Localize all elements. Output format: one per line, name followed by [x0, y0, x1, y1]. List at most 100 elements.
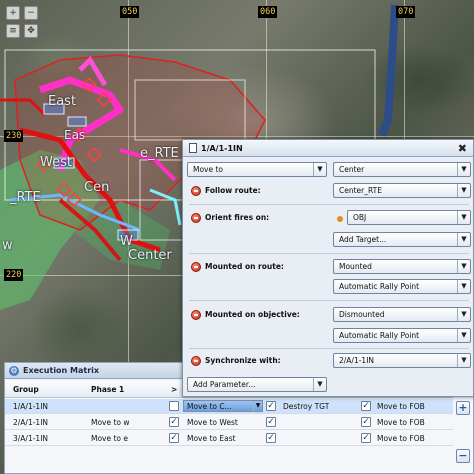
- row-task2: Destroy TGT: [283, 401, 330, 411]
- add-target-button[interactable]: Add Target... ▼: [333, 232, 471, 247]
- mounted-route-value: Mounted: [339, 262, 372, 271]
- table-row[interactable]: 1/A/1-1IN Move to C... ▼ ✓ Destroy TGT ✓…: [5, 399, 453, 414]
- task-checkbox-cell: ✓: [169, 431, 179, 445]
- chevron-down-icon: ▼: [253, 401, 262, 411]
- mounted-route-select[interactable]: Mounted ▼: [333, 259, 471, 274]
- task-editor-dialog: 1/A/1-1IN ✖ Move to ▼ Center ▼ Follow ro…: [182, 139, 474, 397]
- chevron-down-icon: ▼: [313, 378, 326, 391]
- mounted-objective-value: Dismounted: [339, 310, 385, 319]
- task-checkbox[interactable]: ✓: [169, 417, 179, 427]
- remove-parameter-icon[interactable]: [191, 213, 201, 223]
- dialog-header: 1/A/1-1IN ✖: [183, 140, 473, 157]
- map-label-e-rte: e_RTE: [140, 146, 179, 161]
- task-checkbox[interactable]: ✓: [169, 433, 179, 443]
- map-label-west: West: [40, 155, 72, 170]
- task-checkbox-cell: ✓: [361, 431, 371, 445]
- task-checkbox[interactable]: ✓: [361, 417, 371, 427]
- zoom-in-icon[interactable]: +: [6, 6, 20, 20]
- table-row[interactable]: 2/A/1-1IN Move to w ✓ Move to West ✓ ✓ M…: [5, 415, 453, 430]
- table-row[interactable]: 3/A/1-1IN Move to e ✓ Move to East ✓ ✓ M…: [5, 431, 453, 446]
- task-checkbox[interactable]: ✓: [361, 433, 371, 443]
- zoom-out-icon[interactable]: −: [24, 6, 38, 20]
- action-target-value: Center: [339, 165, 365, 174]
- chevron-down-icon: ▼: [457, 329, 470, 342]
- river: [378, 4, 399, 137]
- remove-parameter-icon[interactable]: [191, 186, 201, 196]
- row-phase1: Move to e: [91, 433, 129, 443]
- grid-label-220: 220: [4, 269, 24, 281]
- chevron-down-icon: ▼: [457, 260, 470, 273]
- grid-label-070: 070: [396, 6, 416, 18]
- row-phase1: Move to w: [91, 417, 130, 427]
- row-task3: Move to FOB: [377, 401, 425, 411]
- separator: [189, 348, 469, 349]
- remove-parameter-icon[interactable]: [191, 356, 201, 366]
- remove-parameter-icon[interactable]: [191, 310, 201, 320]
- action-target-select[interactable]: Center ▼: [333, 162, 471, 177]
- row-task1: Move to East: [187, 433, 236, 443]
- close-icon[interactable]: ✖: [458, 142, 467, 155]
- chevron-down-icon: ▼: [457, 308, 470, 321]
- synchronize-value: 2/A/1-1IN: [339, 356, 375, 365]
- task-checkbox[interactable]: ✓: [361, 401, 371, 411]
- task-checkbox[interactable]: ✓: [266, 433, 276, 443]
- layers-icon[interactable]: ≡: [6, 24, 20, 38]
- column-header-group[interactable]: Group: [13, 381, 39, 397]
- gear-icon: ⚙: [9, 365, 19, 376]
- mounted-objective-select[interactable]: Dismounted ▼: [333, 307, 471, 322]
- action-select[interactable]: Move to ▼: [187, 162, 327, 177]
- map-label-east: East: [48, 94, 77, 109]
- mounted-objective-rally-select[interactable]: Automatic Rally Point ▼: [333, 328, 471, 343]
- add-row-button[interactable]: +: [456, 401, 470, 415]
- task-checkbox-cell: ✓: [361, 399, 371, 413]
- chevron-down-icon: ▼: [313, 163, 326, 176]
- row-task1: Move to West: [187, 417, 238, 427]
- chevron-down-icon: ▼: [457, 163, 470, 176]
- task-checkbox-cell: ✓: [361, 415, 371, 429]
- separator: [189, 300, 469, 301]
- orient-fires-select[interactable]: OBJ ▼: [347, 210, 471, 225]
- dialog-title: 1/A/1-1IN: [201, 143, 243, 153]
- task-checkbox[interactable]: ✓: [266, 401, 276, 411]
- chevron-down-icon: ▼: [457, 354, 470, 367]
- follow-route-value: Center_RTE: [339, 186, 382, 195]
- remove-parameter-icon[interactable]: [191, 262, 201, 272]
- task-select-cell: Move to C... ▼: [183, 399, 263, 413]
- task-checkbox-cell: ✓: [266, 415, 276, 429]
- task-checkbox-cell: [169, 399, 179, 413]
- pan-icon[interactable]: ✥: [24, 24, 38, 38]
- task-checkbox[interactable]: ✓: [266, 417, 276, 427]
- add-parameter-label: Add Parameter...: [193, 380, 256, 389]
- separator: [189, 253, 469, 254]
- mounted-route-label: Mounted on route:: [205, 262, 284, 271]
- task-select[interactable]: Move to C... ▼: [183, 400, 263, 412]
- column-header-more[interactable]: >: [171, 381, 177, 397]
- orient-fires-value: OBJ: [353, 213, 367, 222]
- mounted-route-rally-select[interactable]: Automatic Rally Point ▼: [333, 279, 471, 294]
- remove-row-button[interactable]: −: [456, 449, 470, 463]
- map-label-center-2: Center: [128, 248, 172, 263]
- grid-label-050: 050: [120, 6, 140, 18]
- task-checkbox-cell: ✓: [266, 431, 276, 445]
- synchronize-label: Synchronize with:: [205, 356, 281, 365]
- row-group: 2/A/1-1IN: [13, 417, 49, 427]
- map-label-center: Cen: [84, 180, 110, 195]
- add-parameter-button[interactable]: Add Parameter... ▼: [187, 377, 327, 392]
- follow-route-select[interactable]: Center_RTE ▼: [333, 183, 471, 198]
- task-checkbox-cell: ✓: [169, 415, 179, 429]
- row-task3: Move to FOB: [377, 417, 425, 427]
- action-select-value: Move to: [193, 165, 224, 174]
- execution-matrix-title: Execution Matrix: [23, 366, 100, 375]
- row-task3: Move to FOB: [377, 433, 425, 443]
- task-checkbox-cell: ✓: [266, 399, 276, 413]
- add-target-label: Add Target...: [339, 235, 387, 244]
- map-label-rte: _RTE: [10, 190, 41, 205]
- synchronize-select[interactable]: 2/A/1-1IN ▼: [333, 353, 471, 368]
- grid-label-060: 060: [258, 6, 278, 18]
- column-header-phase1[interactable]: Phase 1: [91, 381, 124, 397]
- mounted-objective-label: Mounted on objective:: [205, 310, 300, 319]
- document-icon: [189, 143, 197, 153]
- chevron-down-icon: ▼: [457, 211, 470, 224]
- task-checkbox[interactable]: [169, 401, 179, 411]
- chevron-down-icon: ▼: [457, 233, 470, 246]
